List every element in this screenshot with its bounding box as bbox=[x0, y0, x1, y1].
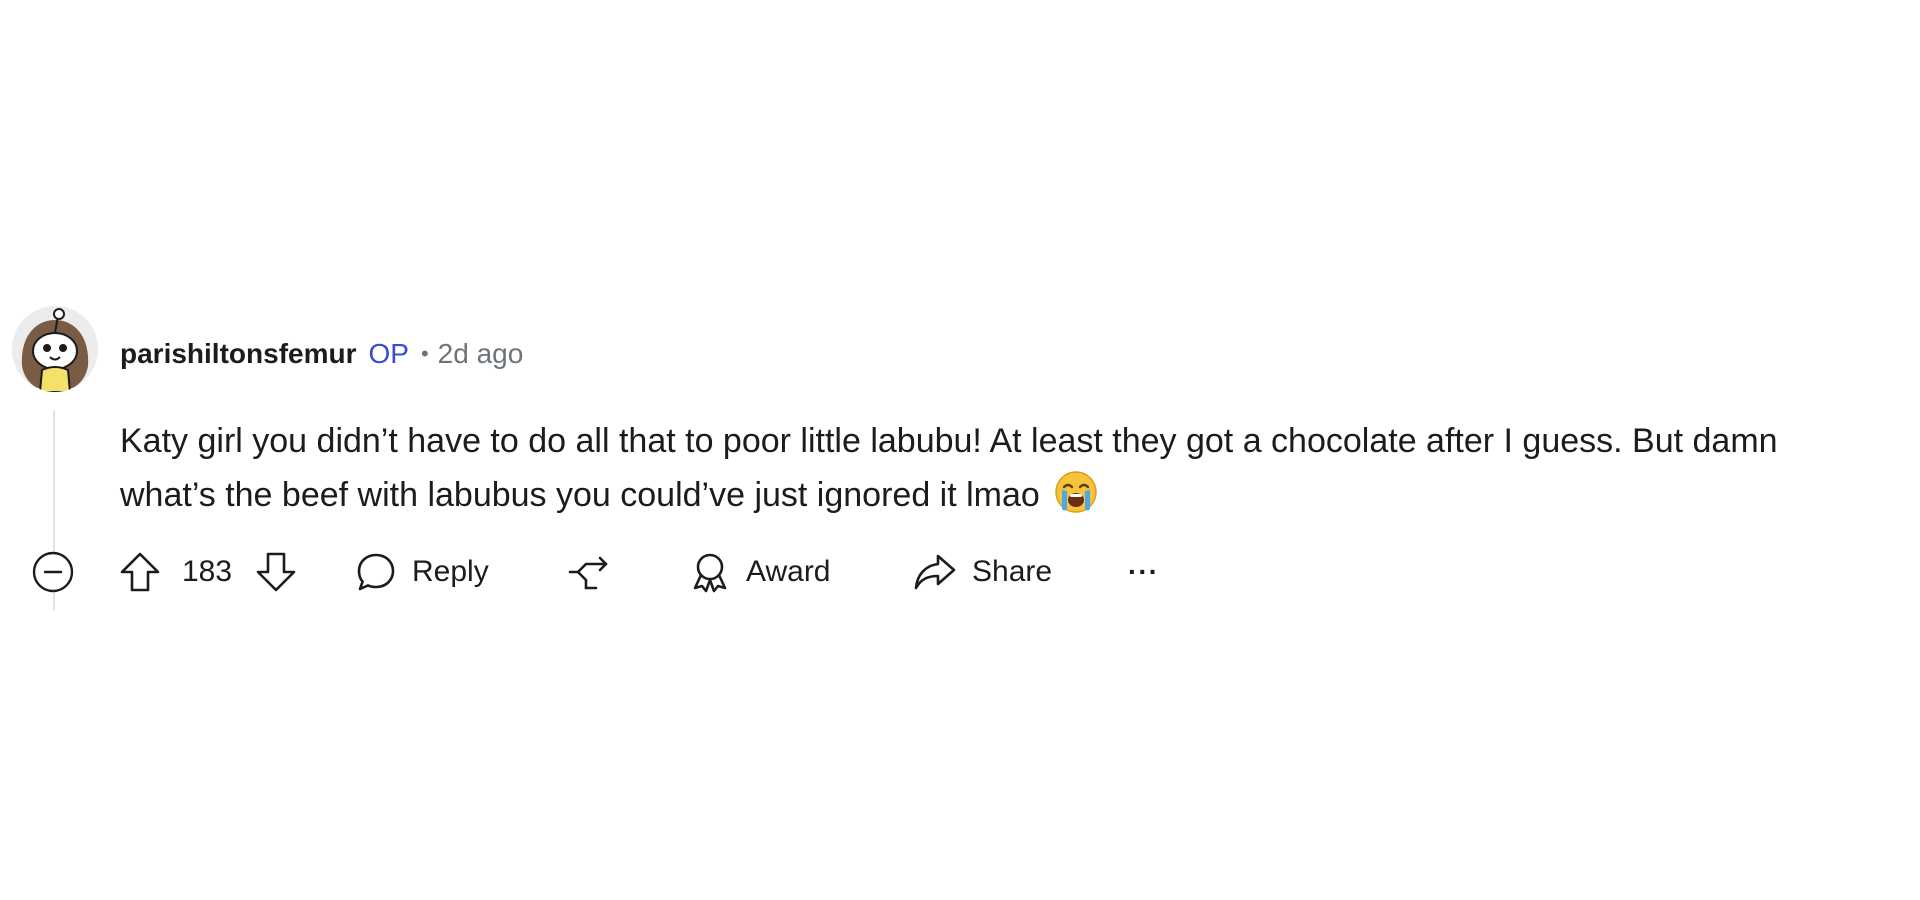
comment-actions: 183 Reply Award Share ··· bbox=[0, 546, 1200, 598]
more-options-icon: ··· bbox=[1128, 556, 1159, 587]
upvote-button[interactable] bbox=[118, 546, 162, 598]
comment-text: Katy girl you didn’t have to do all that… bbox=[120, 422, 1778, 514]
author-username[interactable]: parishiltonsfemur bbox=[120, 338, 356, 370]
award-ribbon-icon bbox=[693, 553, 727, 593]
share-arrow-icon bbox=[914, 554, 956, 590]
snoo-avatar-icon bbox=[12, 306, 98, 392]
minus-circle-icon bbox=[32, 551, 74, 593]
downvote-button[interactable] bbox=[254, 546, 298, 598]
collapse-button[interactable] bbox=[31, 546, 75, 598]
comment-body: Katy girl you didn’t have to do all that… bbox=[120, 414, 1880, 522]
op-badge: OP bbox=[368, 338, 409, 369]
award-button[interactable]: Award bbox=[688, 546, 831, 598]
crosspost-button[interactable] bbox=[566, 546, 614, 598]
award-label: Award bbox=[746, 555, 831, 588]
avatar[interactable] bbox=[12, 306, 98, 392]
comment-timestamp[interactable]: 2d ago bbox=[438, 338, 524, 370]
crosspost-icon bbox=[568, 556, 608, 590]
vote-score: 183 bbox=[182, 555, 233, 588]
reply-button[interactable]: Reply bbox=[354, 546, 489, 598]
speech-bubble-icon bbox=[357, 553, 395, 591]
reply-label: Reply bbox=[412, 555, 489, 588]
loudly-crying-face-icon bbox=[1053, 469, 1099, 515]
comment-meta: parishiltonsfemur OP • 2d ago bbox=[120, 334, 523, 374]
share-label: Share bbox=[972, 555, 1053, 588]
arrow-down-icon bbox=[256, 552, 296, 592]
meta-separator: • bbox=[420, 341, 429, 366]
comment: parishiltonsfemur OP • 2d ago Katy girl … bbox=[0, 0, 1920, 900]
more-options-button[interactable]: ··· bbox=[1128, 546, 1159, 598]
arrow-up-icon bbox=[120, 552, 160, 592]
share-button[interactable]: Share bbox=[912, 546, 1052, 598]
